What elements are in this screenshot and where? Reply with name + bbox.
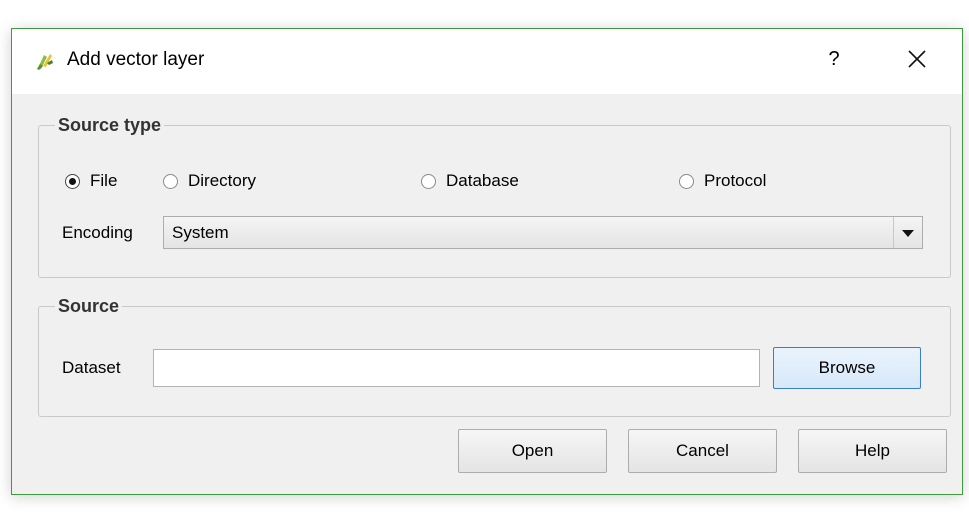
source-group: Source Dataset Browse	[38, 295, 951, 417]
source-title: Source	[55, 295, 123, 317]
encoding-dropdown-button[interactable]	[893, 217, 922, 248]
encoding-select[interactable]: System	[163, 216, 923, 249]
source-type-title: Source type	[55, 114, 165, 136]
close-icon[interactable]	[905, 47, 929, 71]
radio-file[interactable]: File	[65, 170, 117, 192]
dataset-input[interactable]	[153, 349, 760, 387]
radio-protocol[interactable]: Protocol	[679, 170, 766, 192]
encoding-selected-value: System	[172, 223, 229, 242]
radio-file-indicator[interactable]	[65, 173, 80, 189]
encoding-label: Encoding	[62, 223, 133, 242]
chevron-down-icon	[902, 230, 914, 237]
browse-button[interactable]: Browse	[773, 347, 921, 389]
radio-directory-indicator[interactable]	[163, 173, 178, 189]
dialog-title: Add vector layer	[67, 49, 205, 70]
dataset-label: Dataset	[62, 358, 121, 377]
cancel-button[interactable]: Cancel	[628, 429, 777, 473]
radio-directory[interactable]: Directory	[163, 170, 256, 192]
help-button[interactable]: Help	[798, 429, 947, 473]
qgis-logo-icon	[37, 54, 53, 70]
radio-protocol-indicator[interactable]	[679, 173, 694, 189]
radio-protocol-label: Protocol	[704, 171, 767, 190]
add-vector-layer-dialog: Add vector layer ? Source type File Dire…	[11, 28, 963, 495]
radio-directory-label: Directory	[188, 171, 257, 190]
title-bar: Add vector layer ?	[12, 29, 962, 94]
radio-file-label: File	[90, 171, 118, 190]
radio-database-label: Database	[446, 171, 519, 190]
open-button[interactable]: Open	[458, 429, 607, 473]
source-type-group: Source type File Directory Database Prot…	[38, 114, 951, 278]
radio-database-indicator[interactable]	[421, 173, 436, 189]
radio-database[interactable]: Database	[421, 170, 519, 192]
help-question-button[interactable]: ?	[824, 46, 844, 72]
